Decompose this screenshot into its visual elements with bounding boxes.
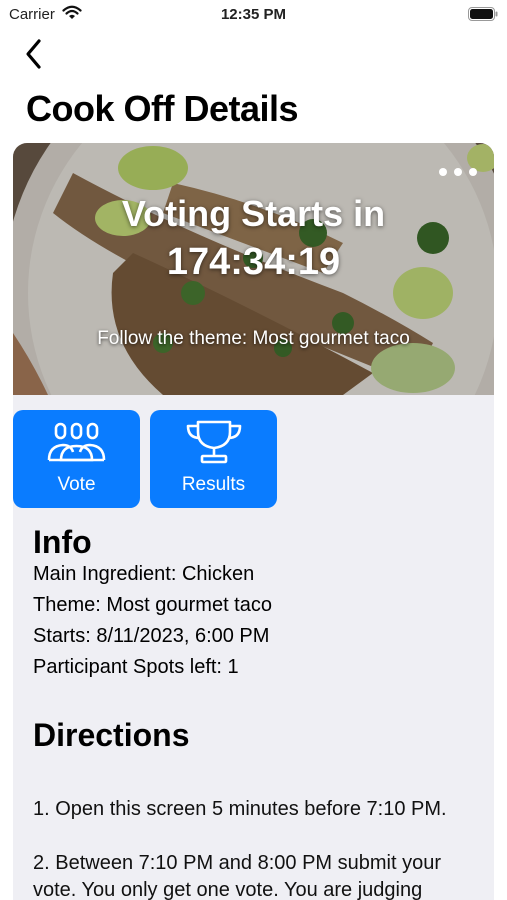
spots-left-text: Participant Spots left: 1 [33,656,239,678]
battery-icon [468,7,498,21]
theme-info-text: Theme: Most gourmet taco [33,594,272,616]
results-button[interactable]: Results [150,410,277,508]
theme-text: Follow the theme: Most gourmet taco [97,328,410,349]
people-group-icon [47,422,106,462]
info-heading: Info [33,524,92,560]
countdown-timer: 174:34:19 [166,241,341,283]
hero-banner: Voting Starts in 174:34:19 Follow the th… [13,143,494,395]
direction-step-2-line-1: 2. Between 7:10 PM and 8:00 PM submit yo… [33,852,441,874]
cookoff-card: Voting Starts in 174:34:19 Follow the th… [13,143,494,900]
back-button[interactable] [20,36,48,72]
vote-label: Vote [57,474,96,495]
direction-step-1: 1. Open this screen 5 minutes before 7:1… [33,798,447,820]
vote-button[interactable]: Vote [13,410,140,508]
trophy-icon [186,420,242,464]
page-title: Cook Off Details [26,88,299,129]
results-label: Results [181,474,246,495]
status-bar: Carrier 12:35 PM [0,0,507,30]
countdown-label: Voting Starts in [121,193,386,234]
main-ingredient-text: Main Ingredient: Chicken [33,563,255,585]
start-time-text: Starts: 8/11/2023, 6:00 PM [33,625,270,647]
direction-step-2-line-2: vote. You only get one vote. You are jud… [33,879,423,900]
directions-heading: Directions [33,717,190,753]
status-time: 12:35 PM [220,6,287,23]
more-options-button[interactable] [436,163,480,181]
